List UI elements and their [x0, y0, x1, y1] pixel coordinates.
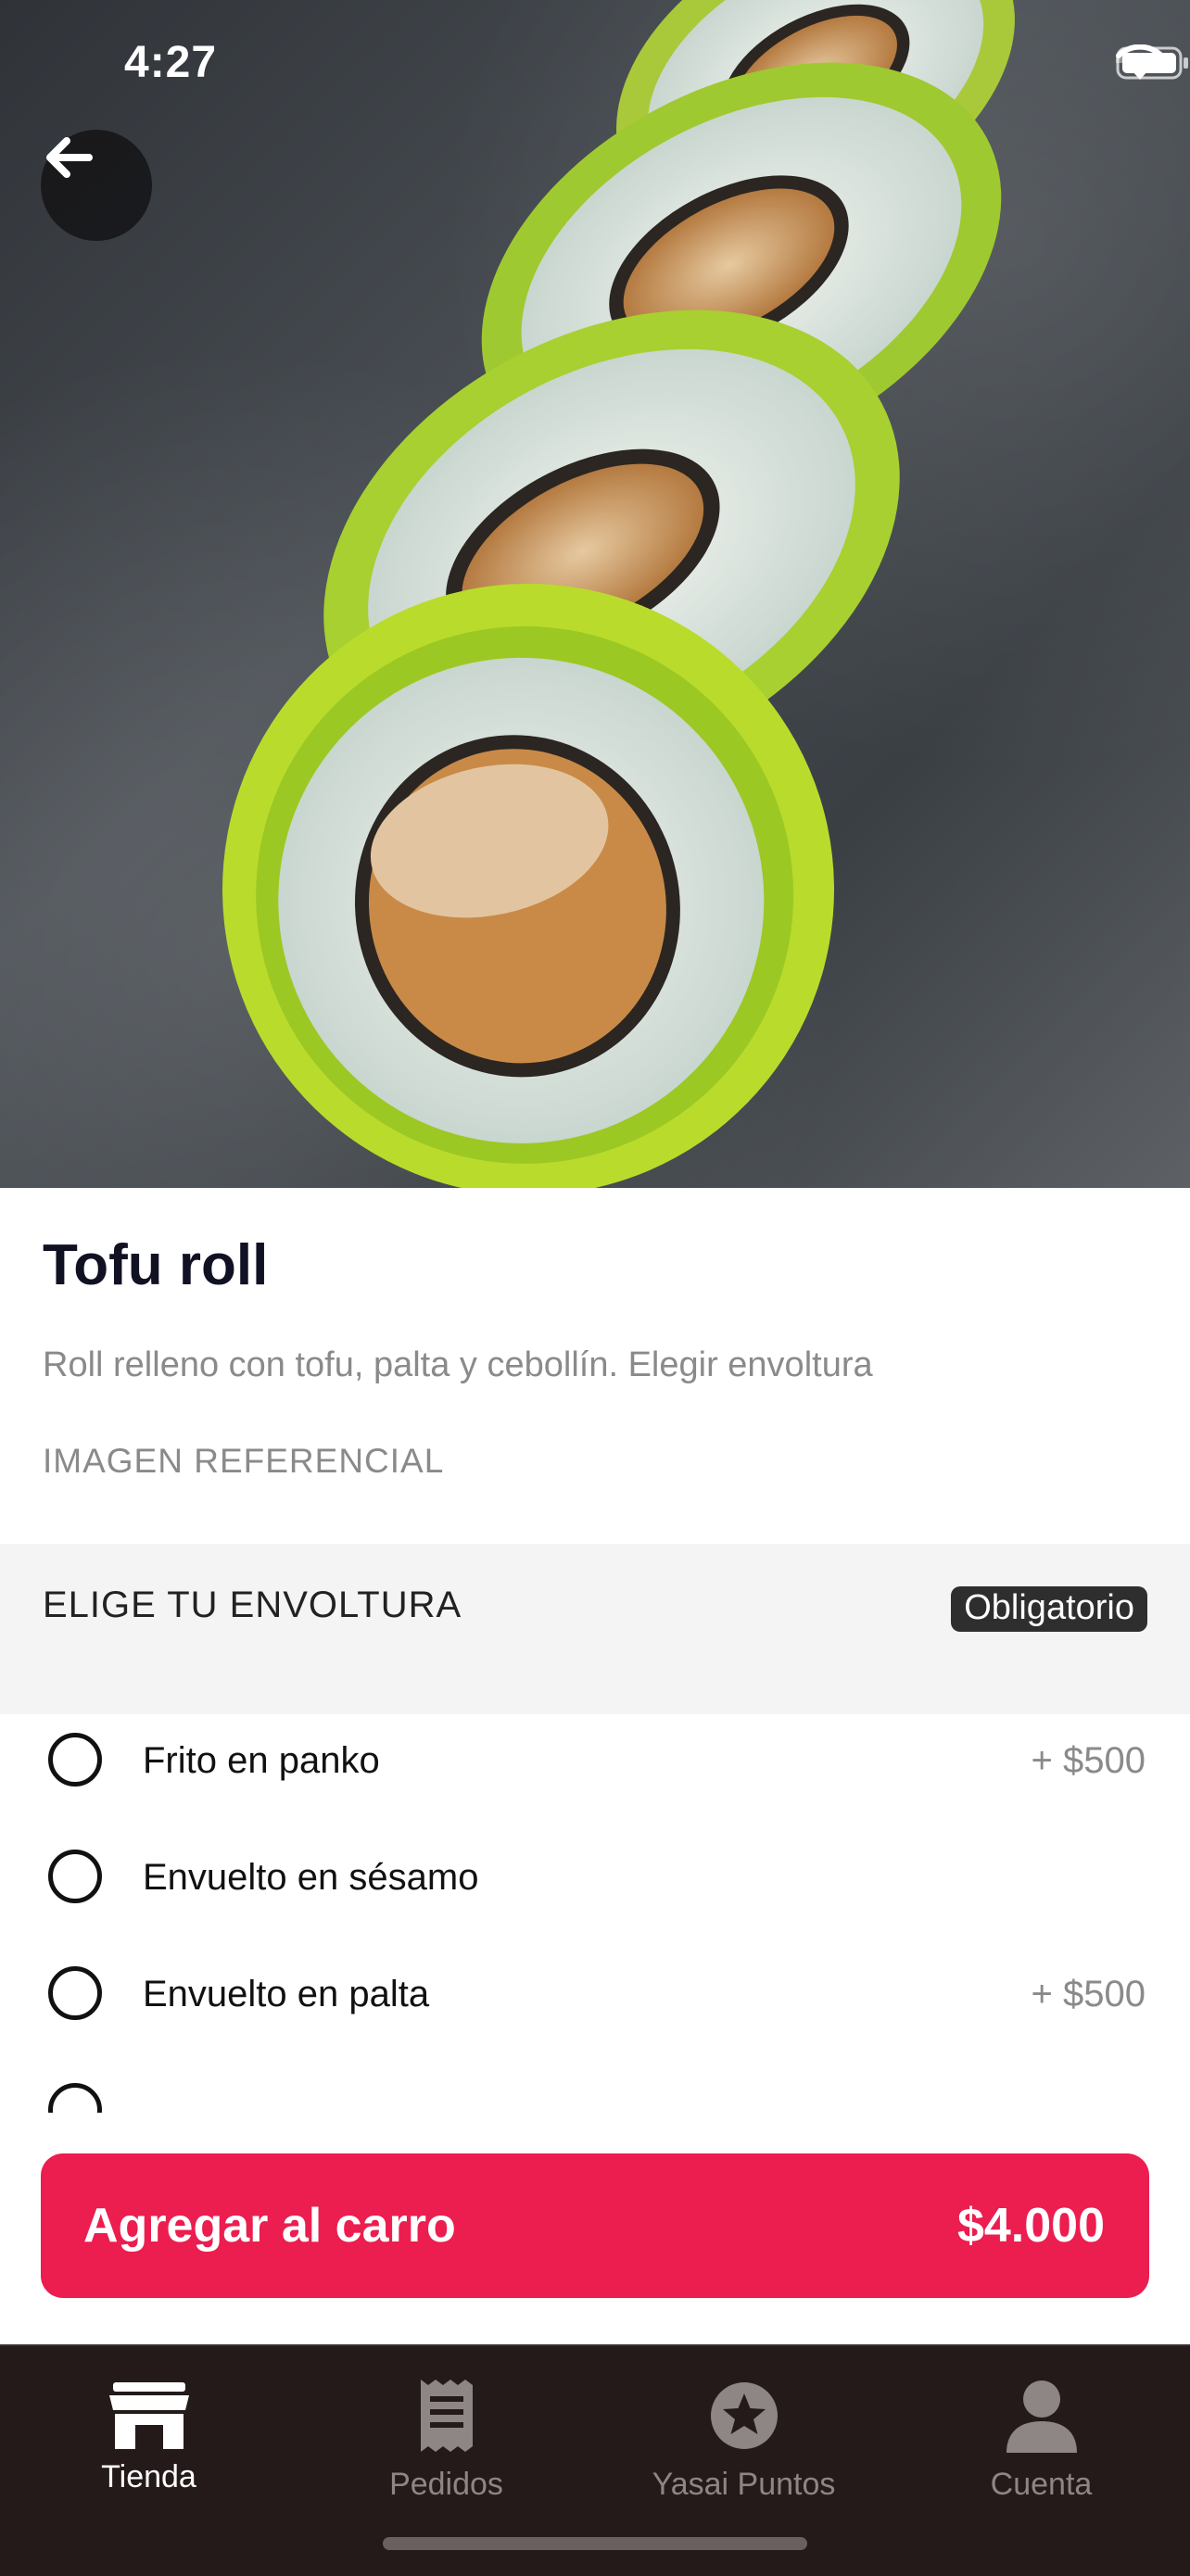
radio-button[interactable] [48, 2083, 102, 2113]
wrap-section-header: ELIGE TU ENVOLTURA Obligatorio [0, 1544, 1190, 1714]
wrap-options-list[interactable]: Frito en panko + $500 Envuelto en sésamo… [0, 1714, 1190, 2113]
tab-label: Yasai Puntos [652, 2467, 836, 2502]
option-price: + $500 [1031, 1974, 1146, 2014]
sushi-roll-illustration [222, 0, 1015, 1188]
option-label: Envuelto en sésamo [143, 1857, 479, 1898]
radio-button[interactable] [48, 1733, 102, 1787]
option-label: Envuelto en palta [143, 1974, 430, 2014]
option-frito-en-panko[interactable]: Frito en panko + $500 [0, 1714, 1190, 1807]
radio-button[interactable] [48, 1966, 102, 2020]
product-image: 4:27 [0, 0, 1190, 1188]
store-icon [108, 2382, 189, 2449]
section-title: ELIGE TU ENVOLTURA [43, 1585, 462, 1625]
radio-button[interactable] [48, 1850, 102, 1903]
cart-button-price: $4.000 [956, 2199, 1105, 2253]
receipt-icon [420, 2380, 473, 2452]
tab-label: Pedidos [389, 2467, 503, 2502]
tab-tienda[interactable]: Tienda [0, 2374, 298, 2522]
option-envuelto-en-sesamo[interactable]: Envuelto en sésamo [0, 1831, 1190, 1924]
add-to-cart-button[interactable]: Agregar al carro $4.000 [41, 2153, 1149, 2298]
tab-yasai-puntos[interactable]: Yasai Puntos [595, 2374, 892, 2522]
home-indicator [383, 2537, 807, 2550]
person-icon [1006, 2380, 1077, 2453]
option-label: Frito en panko [143, 1740, 380, 1781]
product-title: Tofu roll [43, 1233, 269, 1297]
option-price: + $500 [1031, 1740, 1146, 1781]
tab-cuenta[interactable]: Cuenta [892, 2374, 1190, 2522]
required-badge: Obligatorio [951, 1586, 1147, 1632]
back-arrow-icon [46, 137, 93, 178]
cart-button-label: Agregar al carro [83, 2199, 456, 2253]
product-description: Roll relleno con tofu, palta y cebollín.… [43, 1345, 873, 1384]
tab-label: Tienda [101, 2459, 196, 2494]
star-icon [710, 2382, 778, 2449]
back-button[interactable] [41, 130, 152, 241]
option-envuelto-en-palta[interactable]: Envuelto en palta + $500 [0, 1948, 1190, 2040]
option-partially-visible[interactable] [0, 2065, 1190, 2113]
tab-label: Cuenta [990, 2467, 1093, 2502]
tab-pedidos[interactable]: Pedidos [298, 2374, 595, 2522]
status-time: 4:27 [124, 38, 218, 87]
image-note: IMAGEN REFERENCIAL [43, 1442, 445, 1480]
battery-icon [1116, 46, 1188, 80]
